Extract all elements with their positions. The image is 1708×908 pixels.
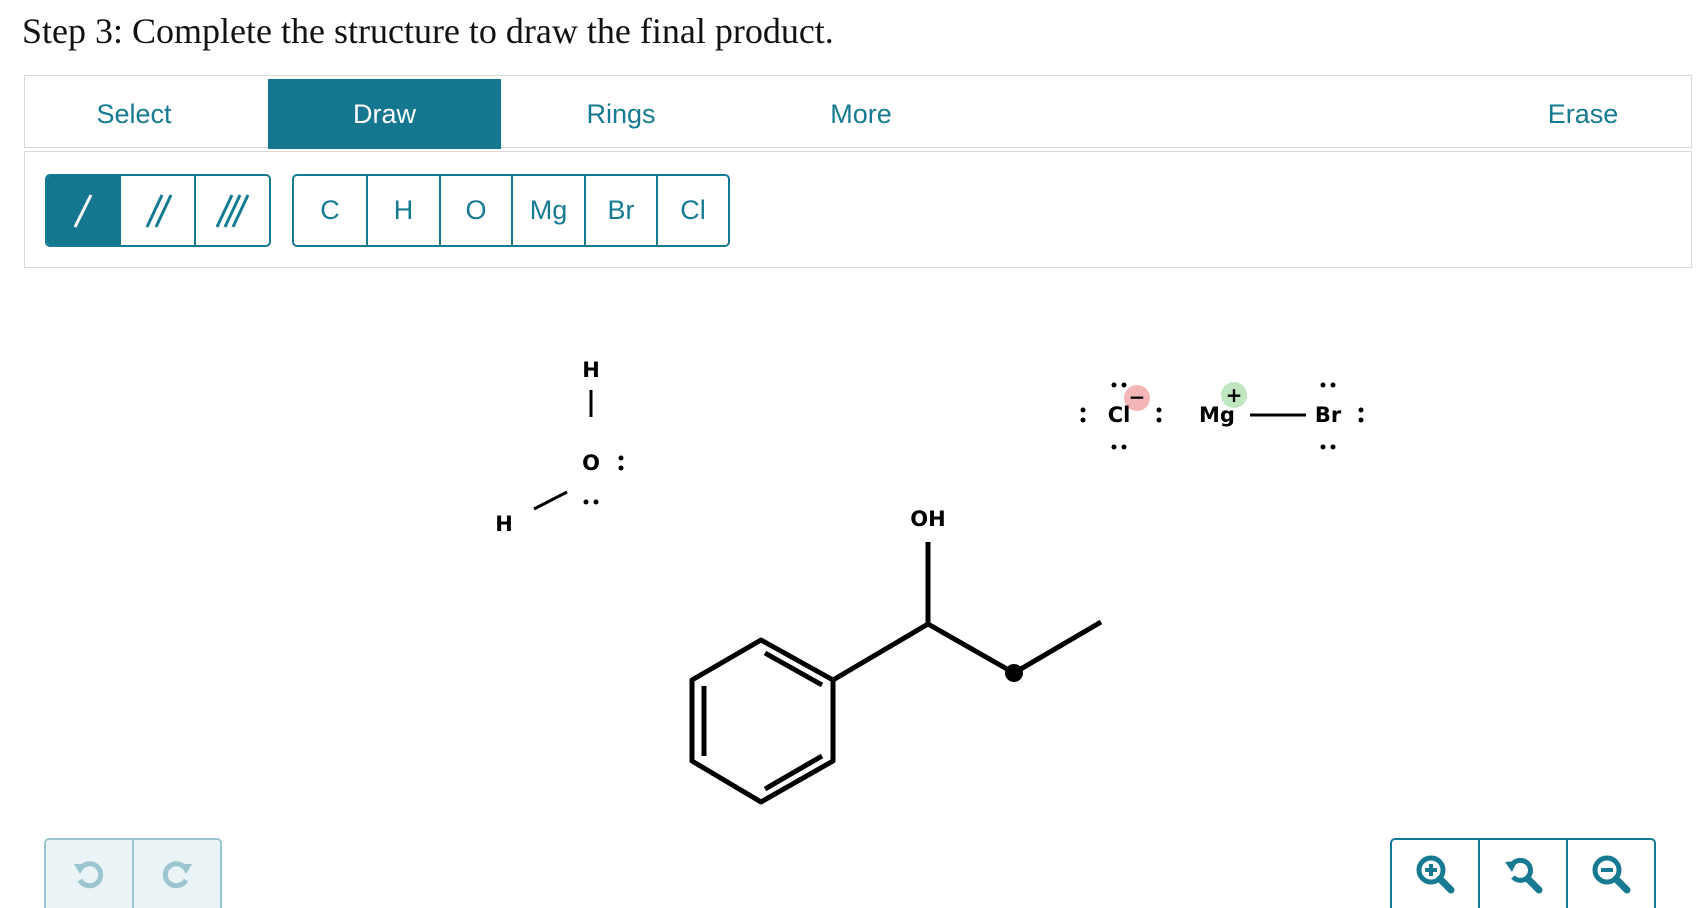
atom-button-o[interactable]: O xyxy=(441,176,513,245)
tab-select[interactable]: Select xyxy=(25,79,243,149)
water-h-left-label[interactable]: H xyxy=(495,512,513,536)
double-bond-button[interactable] xyxy=(121,176,196,245)
zoom-reset-button[interactable] xyxy=(1480,840,1568,908)
ethyl-bond-1[interactable] xyxy=(926,621,1016,676)
zoom-in-button[interactable] xyxy=(1392,840,1480,908)
redo-button[interactable] xyxy=(134,840,220,908)
atom-button-br[interactable]: Br xyxy=(586,176,658,245)
zoom-out-icon xyxy=(1592,855,1631,894)
water-o-h-bond-left[interactable] xyxy=(533,490,568,511)
water-lone-pair-right xyxy=(618,455,624,471)
triple-bond-icon xyxy=(215,193,250,228)
history-group xyxy=(44,838,222,908)
zoom-reset-icon xyxy=(1505,857,1543,894)
atom-tool-group: C H O Mg Br Cl xyxy=(292,174,730,247)
mode-tab-bar: Select Draw Rings More Erase xyxy=(24,75,1693,149)
bond-tool-group xyxy=(45,174,271,247)
drawing-canvas[interactable]: H O H OH − Cl + Mg Br xyxy=(24,272,1692,832)
benzene-ring[interactable] xyxy=(689,637,836,805)
atom-button-cl[interactable]: Cl xyxy=(658,176,728,245)
tab-more[interactable]: More xyxy=(741,79,981,149)
magnesium-label[interactable]: Mg xyxy=(1199,403,1235,427)
atom-button-c[interactable]: C xyxy=(294,176,368,245)
draw-toolbar: C H O Mg Br Cl xyxy=(24,151,1692,268)
redo-icon xyxy=(162,861,192,889)
zoom-in-icon xyxy=(1416,855,1455,894)
tab-rings[interactable]: Rings xyxy=(501,79,741,149)
zoom-out-button[interactable] xyxy=(1568,840,1654,908)
zoom-group xyxy=(1390,838,1656,908)
tab-draw[interactable]: Draw xyxy=(268,79,501,149)
chloride-charge: − xyxy=(1129,385,1146,409)
atom-button-h[interactable]: H xyxy=(368,176,441,245)
undo-icon xyxy=(74,861,104,889)
triple-bond-button[interactable] xyxy=(196,176,269,245)
undo-button[interactable] xyxy=(46,840,134,908)
bromine-label[interactable]: Br xyxy=(1315,403,1342,427)
alcohol-oh-label[interactable]: OH xyxy=(910,507,945,531)
chloride-cl-label[interactable]: Cl xyxy=(1108,403,1131,427)
double-bond-icon xyxy=(145,193,172,228)
single-bond-icon xyxy=(73,193,93,228)
tab-erase[interactable]: Erase xyxy=(1473,79,1693,149)
ethyl-bond-2[interactable] xyxy=(1012,619,1103,676)
water-o-label[interactable]: O xyxy=(582,451,600,475)
water-h-top-label[interactable]: H xyxy=(582,358,600,382)
water-lone-pair-bottom xyxy=(583,499,599,505)
selected-atom-dot[interactable] xyxy=(1005,664,1023,682)
atom-button-mg[interactable]: Mg xyxy=(513,176,586,245)
ring-to-carbinol-bond[interactable] xyxy=(831,621,930,683)
step-title: Step 3: Complete the structure to draw t… xyxy=(22,11,834,51)
single-bond-button[interactable] xyxy=(47,176,122,245)
